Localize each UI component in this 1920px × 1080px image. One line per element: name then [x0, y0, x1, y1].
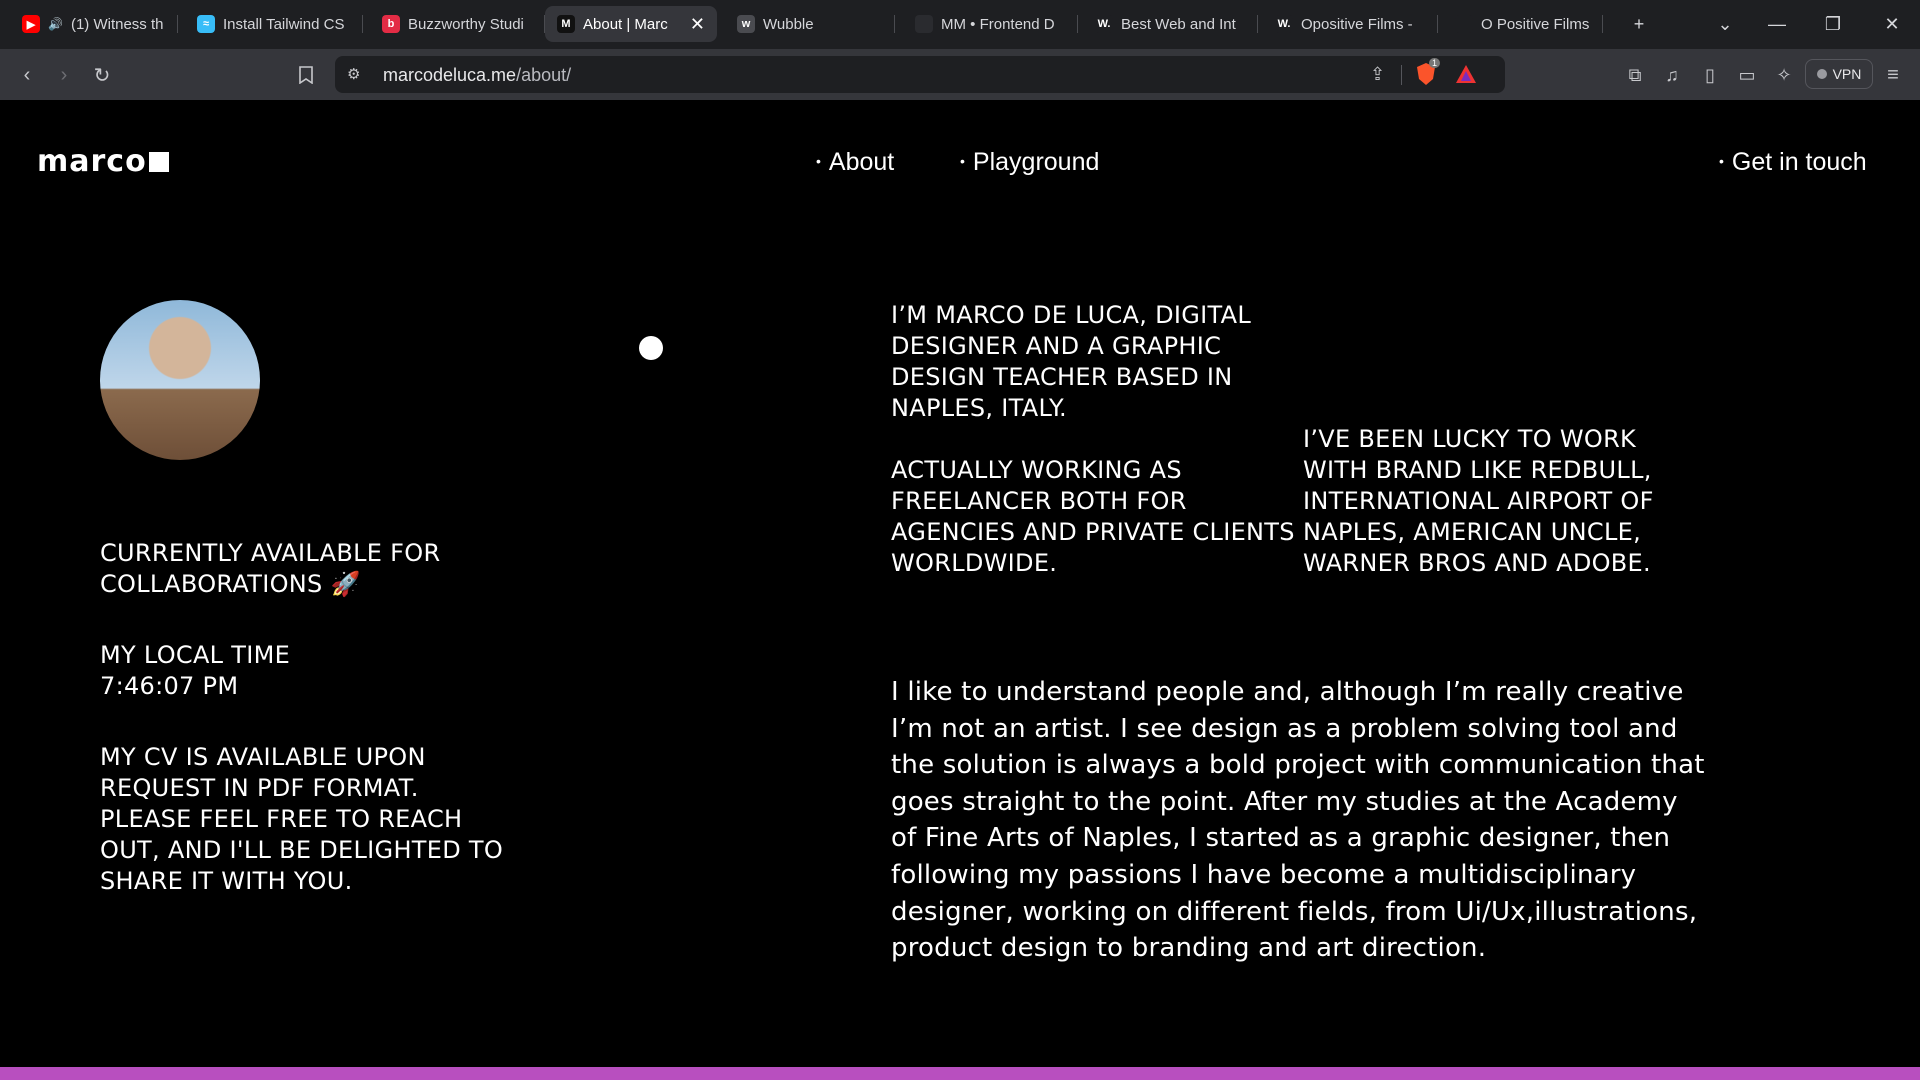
browser-tab[interactable]: O Positive Films	[1443, 6, 1603, 42]
tab-separator	[1602, 15, 1603, 33]
browser-tab-strip: ▶ 🔊 (1) Witness th ≈ Install Tailwind CS b Buz…	[0, 0, 1920, 49]
tab-title: MM • Frontend D	[941, 15, 1055, 33]
cv-text: My CV is available upon request in PDF f…	[100, 743, 504, 895]
browser-tab[interactable]: b Buzzworthy Studi	[370, 6, 545, 42]
brave-shield-icon[interactable]: 1	[1415, 58, 1441, 86]
avatar	[100, 300, 260, 460]
wubble-icon: w	[737, 15, 755, 33]
back-icon[interactable]: ‹	[12, 60, 42, 90]
browser-tab[interactable]: W. Best Web and Int	[1083, 6, 1258, 42]
freelance-text: Actually working as freelancer both for …	[891, 456, 1295, 577]
forward-icon[interactable]: ›	[49, 60, 79, 90]
tab-separator	[1437, 15, 1438, 33]
vpn-button[interactable]: VPN	[1805, 59, 1873, 89]
sidebar-icon[interactable]: ▯	[1695, 60, 1725, 90]
address-bar[interactable]: ⚙ marcodeluca.me/about/ ⇪ 1	[335, 56, 1505, 93]
nav-get-in-touch[interactable]: Get in touch	[1719, 148, 1867, 177]
tab-separator	[1257, 15, 1258, 33]
tab-title: Install Tailwind CS	[223, 15, 345, 33]
local-time-value: 7:46:07 PM	[100, 672, 239, 700]
share-icon[interactable]: ⇪	[1370, 64, 1385, 85]
bio-paragraph: I like to understand people and, althoug…	[891, 677, 1705, 964]
browser-toolbar: ‹ › ↻ ⚙ marcodeluca.me/about/ ⇪ 1 ⧉ ♫ ▯ …	[0, 49, 1920, 100]
browser-tab[interactable]: MM • Frontend D	[903, 6, 1078, 42]
webflow-w-icon: W.	[1095, 15, 1113, 33]
tab-separator	[177, 15, 178, 33]
extensions-icon[interactable]: ⧉	[1620, 60, 1650, 90]
marco-icon: M	[557, 15, 575, 33]
tab-separator	[1077, 15, 1078, 33]
nav-about[interactable]: About	[816, 148, 894, 177]
tab-title: Best Web and Int	[1121, 15, 1236, 33]
minimize-button[interactable]: —	[1749, 0, 1805, 49]
media-icon[interactable]: ♫	[1657, 60, 1687, 90]
leo-ai-icon[interactable]: ✧	[1769, 60, 1799, 90]
logo-m-mark	[148, 152, 169, 172]
browser-tab[interactable]: w Wubble	[725, 6, 895, 42]
browser-tab[interactable]: W. Opositive Films -	[1263, 6, 1438, 42]
availability-text: Currently available for collaborations 🚀	[100, 539, 441, 598]
opositive-icon	[1455, 15, 1473, 33]
divider	[1401, 65, 1402, 85]
audio-playing-icon[interactable]: 🔊	[48, 17, 63, 31]
tab-title: Buzzworthy Studi	[408, 15, 524, 33]
tab-title: (1) Witness th	[70, 15, 164, 33]
nav-playground[interactable]: Playground	[960, 148, 1099, 177]
wallet-icon[interactable]: ▭	[1732, 60, 1762, 90]
mm-icon	[915, 15, 933, 33]
tab-title: Opositive Films -	[1301, 15, 1413, 33]
tab-title: O Positive Films	[1481, 15, 1590, 33]
tab-separator	[894, 15, 895, 33]
new-tab-button[interactable]: +	[1611, 0, 1667, 49]
url-text[interactable]: marcodeluca.me/about/	[383, 65, 571, 86]
accent-bar	[0, 1067, 1920, 1080]
browser-tab[interactable]: ≈ Install Tailwind CS	[185, 6, 363, 42]
local-time-label: My local time	[100, 641, 291, 669]
tailwind-icon: ≈	[197, 15, 215, 33]
reload-icon[interactable]: ↻	[87, 60, 117, 90]
close-window-button[interactable]: ✕	[1864, 0, 1920, 49]
webflow-w-icon: W.	[1275, 15, 1293, 33]
web-page: marco About Playground Get in touch Curr…	[0, 100, 1920, 1080]
intro-text: I’m Marco De Luca, digital designer and …	[891, 301, 1251, 422]
custom-cursor-dot	[639, 336, 663, 360]
brands-text: I’ve been lucky to work with brand like …	[1303, 425, 1654, 577]
tab-separator	[362, 15, 363, 33]
maximize-button[interactable]: ❐	[1805, 0, 1861, 49]
browser-tab[interactable]: ▶ 🔊 (1) Witness th	[10, 6, 178, 42]
youtube-icon: ▶	[22, 15, 40, 33]
tab-title: About | Marc	[583, 15, 668, 33]
buzzworthy-icon: b	[382, 15, 400, 33]
close-tab-icon[interactable]: ✕	[690, 14, 705, 35]
shield-count-badge: 1	[1429, 58, 1441, 68]
tab-search-chevron-icon[interactable]: ⌄	[1697, 0, 1753, 49]
tab-title: Wubble	[763, 15, 814, 33]
site-logo[interactable]: marco	[37, 144, 169, 179]
site-settings-icon[interactable]: ⚙	[347, 65, 367, 85]
bookmark-icon[interactable]	[291, 60, 321, 90]
vpn-status-icon	[1816, 69, 1827, 79]
menu-icon[interactable]: ≡	[1878, 60, 1908, 90]
browser-tab[interactable]: M About | Marc ✕	[545, 6, 717, 42]
brave-rewards-icon[interactable]	[1455, 64, 1477, 86]
